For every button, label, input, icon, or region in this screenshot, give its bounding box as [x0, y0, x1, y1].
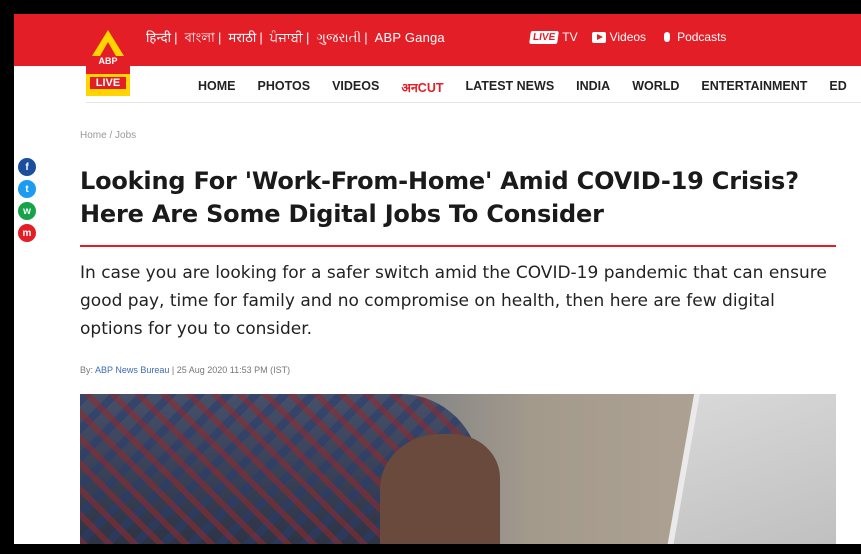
email-share-icon[interactable]: m: [18, 224, 36, 242]
nav-latest-news[interactable]: LATEST NEWS: [466, 79, 555, 96]
breadcrumb[interactable]: Home / Jobs: [80, 130, 136, 141]
article-headline: Looking For 'Work-From-Home' Amid COVID-…: [80, 167, 799, 228]
logo-triangle-inner: [100, 42, 116, 56]
abp-live-logo[interactable]: ABP LIVE: [86, 22, 130, 96]
play-icon: [591, 31, 606, 43]
nav-videos[interactable]: VIDEOS: [332, 79, 379, 96]
author-link[interactable]: ABP News Bureau: [95, 365, 169, 375]
nav-india[interactable]: INDIA: [576, 79, 610, 96]
logo-live-text: LIVE: [90, 77, 126, 89]
lang-link-abp-ganga[interactable]: ABP Ganga: [375, 30, 445, 45]
logo-abp-text: ABP: [98, 56, 118, 66]
lang-link-marathi[interactable]: मराठी: [228, 30, 256, 45]
tv-link[interactable]: TV: [562, 30, 577, 44]
byline-prefix: By:: [80, 365, 96, 375]
nav-home[interactable]: HOME: [198, 79, 236, 96]
mic-icon: [664, 32, 671, 42]
twitter-share-icon[interactable]: t: [18, 180, 36, 198]
lang-link-bangla[interactable]: বাংলা: [185, 30, 215, 45]
nav-education[interactable]: ED: [829, 79, 846, 96]
article-summary: In case you are looking for a safer swit…: [80, 263, 827, 339]
share-bar: f t w m: [18, 158, 36, 242]
nav-photos[interactable]: PHOTOS: [258, 79, 311, 96]
nav-entertainment[interactable]: ENTERTAINMENT: [701, 79, 807, 96]
lang-link-hindi[interactable]: हिन्दी: [146, 30, 171, 45]
hero-image: [80, 394, 836, 544]
whatsapp-share-icon[interactable]: w: [18, 202, 36, 220]
logo-live-block: LIVE: [86, 74, 130, 96]
hero-hand-shape: [380, 434, 500, 544]
main-nav: HOME PHOTOS VIDEOS अनCUT LATEST NEWS IND…: [198, 79, 847, 96]
article-byline: By: ABP News Bureau | 25 Aug 2020 11:53 …: [80, 365, 290, 375]
logo-red-block: ABP: [86, 22, 130, 74]
headline-divider: [80, 245, 836, 247]
lang-link-punjabi[interactable]: ਪੰਜਾਬੀ: [270, 30, 303, 45]
podcasts-link[interactable]: Podcasts: [677, 30, 726, 44]
videos-link[interactable]: Videos: [610, 30, 646, 44]
live-badge[interactable]: LIVE: [529, 30, 560, 44]
facebook-share-icon[interactable]: f: [18, 158, 36, 176]
nav-divider: [86, 102, 861, 103]
hero-laptop-shape: [665, 394, 836, 544]
publish-timestamp: | 25 Aug 2020 11:53 PM (IST): [169, 365, 291, 375]
language-links: हिन्दी | বাংলা | मराठी | ਪੰਜਾਬੀ | ગુજરાતી | A…: [146, 30, 445, 45]
nav-world[interactable]: WORLD: [632, 79, 679, 96]
nav-uncut[interactable]: अनCUT: [401, 79, 443, 96]
media-links: LIVE TV Videos Podcasts: [529, 30, 726, 44]
lang-link-gujarati[interactable]: ગુજરાતી: [316, 30, 361, 45]
